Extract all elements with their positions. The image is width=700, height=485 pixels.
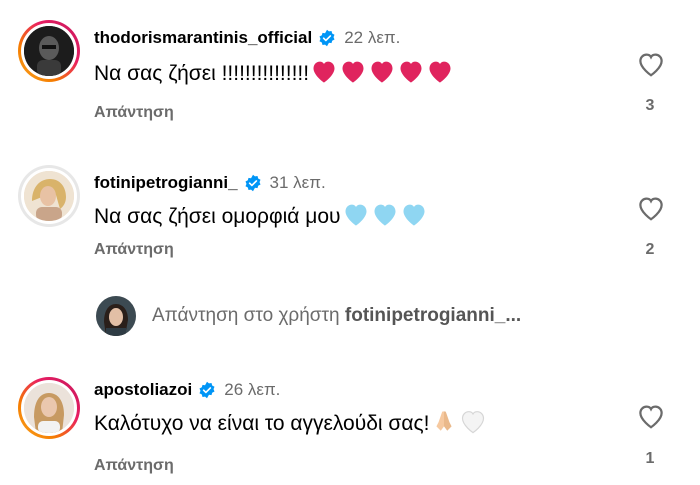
comment-text: Να σας ζήσει ομορφιά μου <box>94 205 341 228</box>
avatar-portrait-icon <box>24 383 74 433</box>
like-heart-icon[interactable] <box>636 50 666 78</box>
comment-body: Να σας ζήσει ομορφιά μου <box>94 201 428 233</box>
reply-prompt-prefix: Απάντηση στο χρήστη <box>152 305 340 326</box>
reply-prompt-text[interactable]: Απάντηση στο χρήστη fotinipetrogianni_..… <box>152 305 521 327</box>
like-count: 2 <box>645 241 655 258</box>
comment-text: Καλότυχο να είναι το αγγελούδι σας! <box>94 412 430 435</box>
heart-red-emoji-icon <box>310 58 338 90</box>
username[interactable]: thodorismarantinis_official <box>94 28 312 48</box>
heart-light-blue-emoji-icon <box>400 201 428 233</box>
heart-red-emoji-icon <box>339 58 367 90</box>
avatar <box>21 380 77 436</box>
verified-badge-icon <box>319 29 335 47</box>
avatar <box>21 168 77 224</box>
username[interactable]: fotinipetrogianni_ <box>94 173 238 193</box>
heart-light-blue-emoji-icon <box>342 201 370 233</box>
heart-light-blue-emoji-icon <box>371 201 399 233</box>
reply-button[interactable]: Απάντηση <box>94 104 174 122</box>
folded-hands-emoji-icon <box>430 408 458 440</box>
verified-badge-icon <box>199 381 215 399</box>
avatar-image <box>24 171 74 221</box>
reply-prompt-target: fotinipetrogianni_... <box>344 305 522 326</box>
heart-red-emoji-icon <box>397 58 425 90</box>
comment-header: fotinipetrogianni_ 31 λεπ. <box>94 173 326 193</box>
like-heart-icon[interactable] <box>636 194 666 222</box>
comment-time: 22 λεπ. <box>344 28 401 47</box>
heart-red-emoji-icon <box>368 58 396 90</box>
like-heart-icon[interactable] <box>636 402 666 430</box>
heart-white-emoji-icon <box>459 408 487 440</box>
avatar-portrait-icon <box>24 26 74 76</box>
avatar <box>21 23 77 79</box>
comment-time: 31 λεπ. <box>269 173 326 192</box>
reply-avatar <box>96 296 136 336</box>
avatar-portrait-icon <box>96 296 136 336</box>
avatar-story-ring[interactable] <box>18 20 80 82</box>
reply-button[interactable]: Απάντηση <box>94 241 174 259</box>
reply-button[interactable]: Απάντηση <box>94 457 174 475</box>
heart-red-emoji-icon <box>426 58 454 90</box>
comment-text: Να σας ζήσει !!!!!!!!!!!!!!! <box>94 62 310 85</box>
view-reply-row[interactable]: Απάντηση στο χρήστη fotinipetrogianni_..… <box>96 296 521 336</box>
comment-body: Να σας ζήσει !!!!!!!!!!!!!!! <box>94 58 454 90</box>
comment-header: apostoliazoi 26 λεπ. <box>94 380 280 400</box>
verified-badge-icon <box>245 174 261 192</box>
comment-header: thodorismarantinis_official 22 λεπ. <box>94 28 400 48</box>
avatar-portrait-icon <box>24 171 74 221</box>
comment-time: 26 λεπ. <box>224 380 281 399</box>
like-count: 3 <box>645 97 655 114</box>
avatar-ring[interactable] <box>18 165 80 227</box>
avatar-image <box>24 383 74 433</box>
like-count: 1 <box>645 450 655 467</box>
avatar-story-ring[interactable] <box>18 377 80 439</box>
username[interactable]: apostoliazoi <box>94 380 192 400</box>
avatar-image <box>24 26 74 76</box>
comment-body: Καλότυχο να είναι το αγγελούδι σας! <box>94 408 487 440</box>
